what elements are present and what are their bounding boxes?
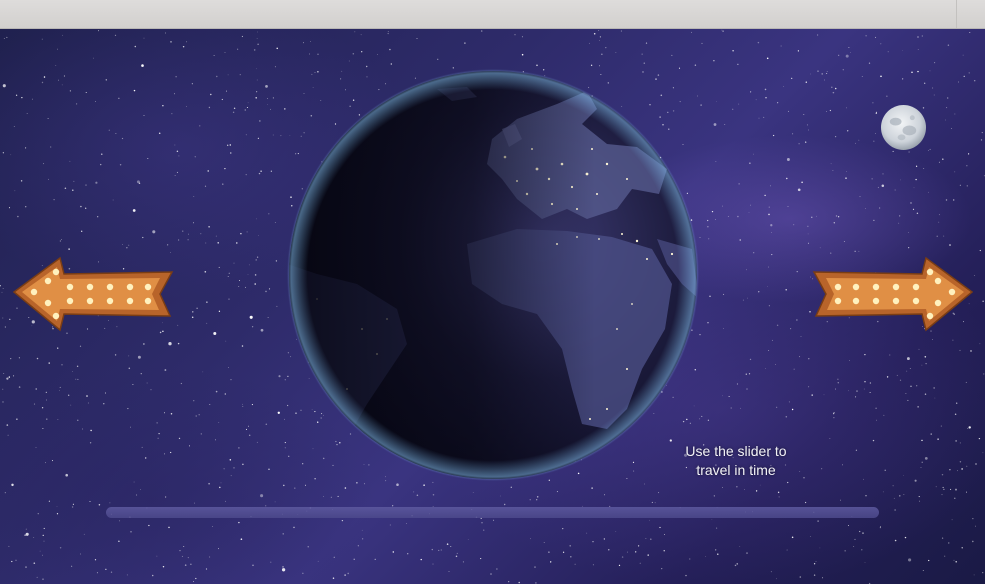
title-bar	[0, 0, 985, 29]
space-background: Use the slider to travel in time	[0, 29, 985, 584]
marquee-arrow-left-icon	[12, 256, 174, 332]
earth-globe	[287, 69, 699, 481]
previous-arrow-button[interactable]	[8, 254, 178, 334]
slider-hint-text: Use the slider to travel in time	[656, 442, 816, 480]
hint-line-2: travel in time	[696, 462, 776, 478]
moon-icon	[880, 104, 927, 151]
app-window: Use the slider to travel in time	[0, 0, 985, 584]
window-control[interactable]	[956, 0, 985, 28]
marquee-arrow-right-icon	[812, 256, 974, 332]
next-arrow-button[interactable]	[808, 254, 978, 334]
hint-line-1: Use the slider to	[685, 443, 787, 459]
time-slider[interactable]	[106, 507, 879, 518]
